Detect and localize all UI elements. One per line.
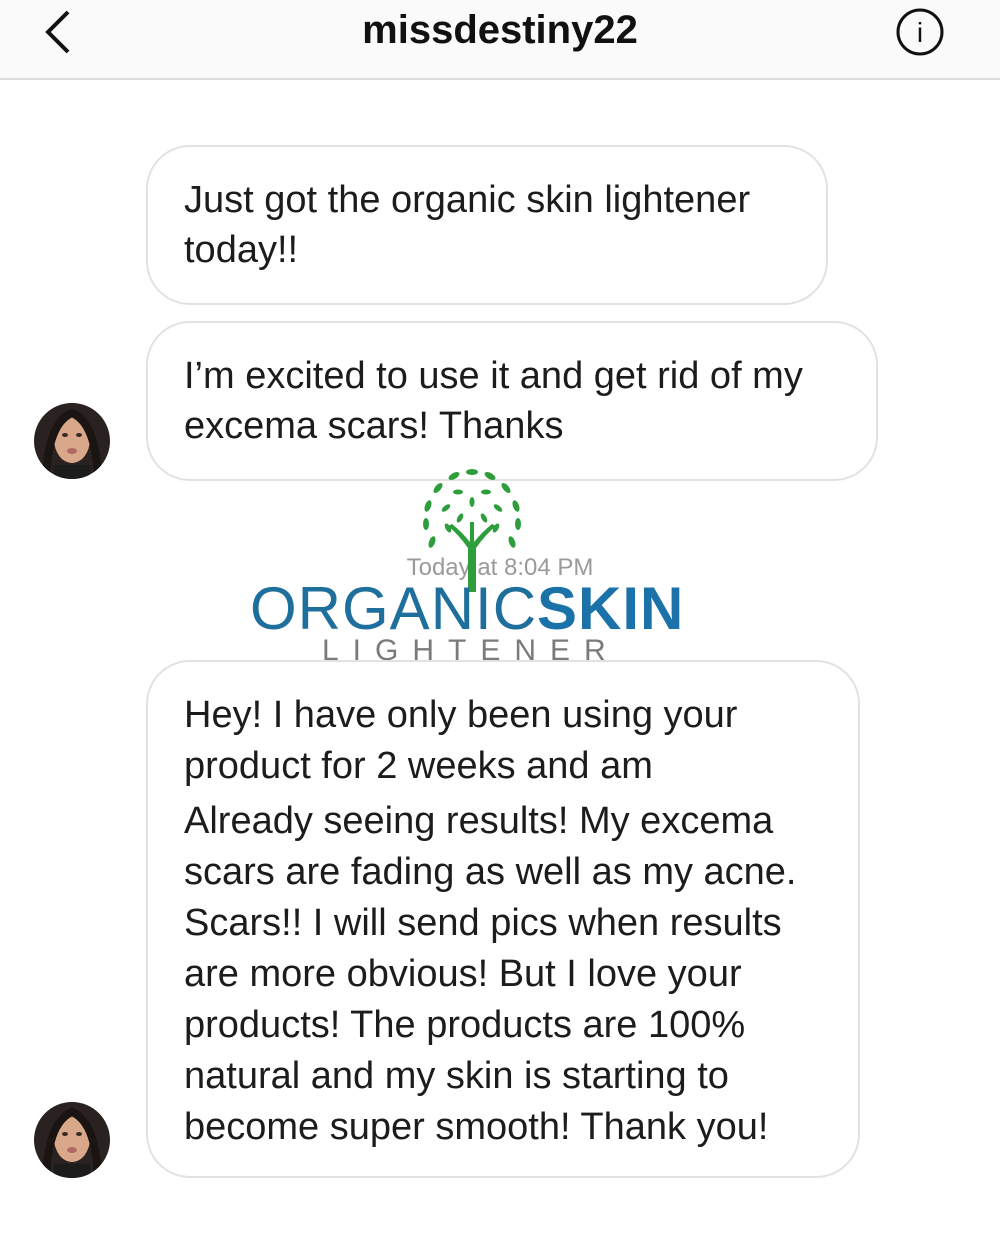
info-icon: i [896, 8, 944, 56]
message-line: natural and my skin is starting to [184, 1055, 729, 1097]
message-line: I’m excited to use it and get rid of my [184, 355, 803, 397]
message-line: Hey! I have only been using your [184, 694, 738, 736]
message-line: become super smooth! Thank you! [184, 1106, 769, 1148]
message-bubble[interactable]: I’m excited to use it and get rid of my … [146, 321, 878, 481]
svg-text:i: i [917, 17, 923, 48]
avatar-photo [34, 403, 110, 479]
message-line: product for 2 weeks and am [184, 745, 653, 787]
watermark-word: ORGANIC [250, 575, 538, 642]
chat-header: missdestiny22 i [0, 0, 1000, 80]
avatar[interactable] [34, 403, 110, 479]
watermark-word-bold: SKIN [537, 575, 685, 642]
chat-username[interactable]: missdestiny22 [0, 8, 1000, 53]
timestamp: Today at 8:04 PM [406, 554, 594, 581]
message-line: scars are fading as well as my acne. [184, 851, 797, 893]
watermark-title: ORGANICSKIN [250, 574, 684, 643]
message-line: today!! [184, 229, 299, 271]
message-line: are more obvious! But I love your [184, 953, 742, 995]
avatar[interactable] [34, 1102, 110, 1178]
message-line: excema scars! Thanks [184, 405, 564, 447]
message-line: Scars!! I will send pics when results [184, 902, 782, 944]
message-bubble[interactable]: Just got the organic skin lightener toda… [146, 145, 828, 305]
message-bubble[interactable]: Hey! I have only been using your product… [146, 660, 860, 1178]
message-line: Just got the organic skin lightener [184, 179, 751, 221]
info-button[interactable]: i [894, 6, 946, 58]
message-line: products! The products are 100% [184, 1004, 746, 1046]
avatar-photo [34, 1102, 110, 1178]
message-line: Already seeing results! My excema [184, 800, 774, 842]
